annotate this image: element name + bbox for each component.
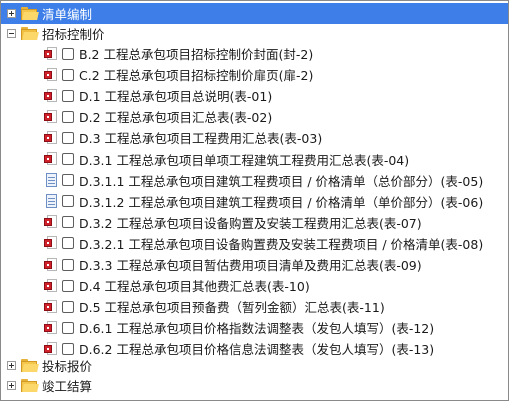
- red-doc-icon: [44, 257, 58, 272]
- report-checkbox[interactable]: [62, 89, 74, 102]
- report-checkbox[interactable]: [62, 174, 74, 187]
- report-item-label: D.3.2.1 工程总承包项目设备购置费及安装工程费项目 / 价格清单(表-08…: [79, 236, 484, 252]
- expand-plus-icon[interactable]: [7, 361, 16, 370]
- report-checkbox[interactable]: [62, 258, 74, 271]
- report-checkbox[interactable]: [62, 321, 74, 334]
- report-item-label: D.6.1 工程总承包项目价格指数法调整表（发包人填写）(表-12): [79, 321, 435, 337]
- tree-node-label: 投标报价: [42, 359, 93, 374]
- red-doc-icon: [44, 215, 58, 229]
- report-checkbox[interactable]: [62, 110, 74, 123]
- report-item[interactable]: D.3.1 工程总承包项目单项工程建筑工程费用汇总表(表-04): [1, 149, 508, 170]
- red-doc-icon: [44, 88, 58, 103]
- report-item[interactable]: D.3.1.2 工程总承包项目建筑工程费项目 / 价格清单（单价部分）(表-06…: [1, 191, 508, 212]
- folder-icon: [21, 379, 39, 392]
- report-tree: 清单编制 招标控制价 B.2 工程总承包项目招标控制价封面(封-2) C.2 工程…: [0, 0, 509, 401]
- report-checkbox[interactable]: [62, 47, 74, 60]
- report-item[interactable]: D.1 工程总承包项目总说明(表-01): [1, 85, 508, 106]
- red-doc-icon: [44, 67, 58, 82]
- report-item-label: D.2 工程总承包项目汇总表(表-02): [79, 110, 273, 126]
- tree-node-label: 招标控制价: [42, 27, 105, 42]
- red-doc-icon: [44, 341, 58, 356]
- report-checkbox[interactable]: [62, 300, 74, 313]
- report-item[interactable]: D.3.2 工程总承包项目设备购置及安装工程费用汇总表(表-07): [1, 212, 508, 233]
- report-item[interactable]: D.3.2.1 工程总承包项目设备购置费及安装工程费项目 / 价格清单(表-08…: [1, 233, 508, 254]
- collapse-minus-icon[interactable]: [7, 29, 16, 38]
- report-checkbox[interactable]: [62, 279, 74, 292]
- report-item-label: D.3 工程总承包项目工程费用汇总表(表-03): [79, 131, 323, 147]
- tree-node-zhaobiao-kongzhijia[interactable]: 招标控制价: [1, 23, 508, 44]
- expand-plus-icon[interactable]: [7, 9, 16, 18]
- report-item-label: D.3.1 工程总承包项目单项工程建筑工程费用汇总表(表-04): [79, 152, 410, 168]
- report-item-label: B.2 工程总承包项目招标控制价封面(封-2): [79, 47, 314, 62]
- report-item-label: D.5 工程总承包项目预备费（暂列金额）汇总表(表-11): [79, 300, 385, 316]
- tree-node-jungong-jiesuan[interactable]: 竣工结算: [1, 375, 508, 396]
- report-item-label: C.2 工程总承包项目招标控制价扉页(扉-2): [79, 68, 314, 84]
- expand-plus-icon[interactable]: [7, 381, 16, 390]
- report-checkbox[interactable]: [62, 342, 74, 355]
- red-doc-icon: [44, 236, 58, 250]
- tree-node-toubiao-baojia[interactable]: 投标报价: [1, 355, 508, 376]
- report-item-label: D.1 工程总承包项目总说明(表-01): [79, 89, 273, 105]
- red-doc-icon: [44, 152, 58, 166]
- report-item[interactable]: C.2 工程总承包项目招标控制价扉页(扉-2): [1, 64, 508, 85]
- red-doc-icon: [44, 130, 58, 145]
- folder-icon: [21, 359, 39, 372]
- report-item[interactable]: D.4 工程总承包项目其他费汇总表(表-10): [1, 275, 508, 296]
- report-item-label: D.3.1.1 工程总承包项目建筑工程费项目 / 价格清单（总价部分）(表-05…: [79, 173, 484, 189]
- report-checkbox[interactable]: [62, 153, 74, 165]
- report-checkbox[interactable]: [62, 216, 74, 229]
- red-doc-icon: [44, 299, 58, 314]
- red-doc-icon: [44, 109, 58, 124]
- red-doc-icon: [44, 278, 58, 293]
- report-item-label: D.3.2 工程总承包项目设备购置及安装工程费用汇总表(表-07): [79, 215, 422, 231]
- folder-open-icon: [21, 27, 39, 40]
- report-item-label: D.4 工程总承包项目其他费汇总表(表-10): [79, 279, 310, 295]
- report-item[interactable]: D.3.3 工程总承包项目暂估费用项目清单及费用汇总表(表-09): [1, 254, 508, 275]
- tree-node-label: 清单编制: [42, 7, 93, 22]
- report-item[interactable]: D.2 工程总承包项目汇总表(表-02): [1, 106, 508, 127]
- report-item[interactable]: D.3 工程总承包项目工程费用汇总表(表-03): [1, 127, 508, 148]
- report-item-label: D.3.1.2 工程总承包项目建筑工程费项目 / 价格清单（单价部分）(表-06…: [79, 194, 484, 210]
- report-checkbox[interactable]: [62, 131, 74, 144]
- report-checkbox[interactable]: [62, 237, 74, 250]
- blue-doc-icon: [44, 194, 58, 209]
- tree-node-label: 竣工结算: [42, 379, 93, 394]
- report-item[interactable]: D.6.1 工程总承包项目价格指数法调整表（发包人填写）(表-12): [1, 317, 508, 338]
- report-checkbox[interactable]: [62, 68, 74, 81]
- report-item[interactable]: D.3.1.1 工程总承包项目建筑工程费项目 / 价格清单（总价部分）(表-05…: [1, 170, 508, 191]
- folder-icon: [21, 7, 39, 20]
- report-item[interactable]: D.5 工程总承包项目预备费（暂列金额）汇总表(表-11): [1, 296, 508, 317]
- red-doc-icon: [44, 46, 58, 61]
- report-item-label: D.3.3 工程总承包项目暂估费用项目清单及费用汇总表(表-09): [79, 258, 422, 273]
- tree-node-qingdan-bianzhi[interactable]: 清单编制: [1, 3, 508, 24]
- red-doc-icon: [44, 320, 58, 335]
- blue-doc-icon: [44, 173, 58, 188]
- report-item[interactable]: B.2 工程总承包项目招标控制价封面(封-2): [1, 43, 508, 64]
- report-checkbox[interactable]: [62, 195, 74, 208]
